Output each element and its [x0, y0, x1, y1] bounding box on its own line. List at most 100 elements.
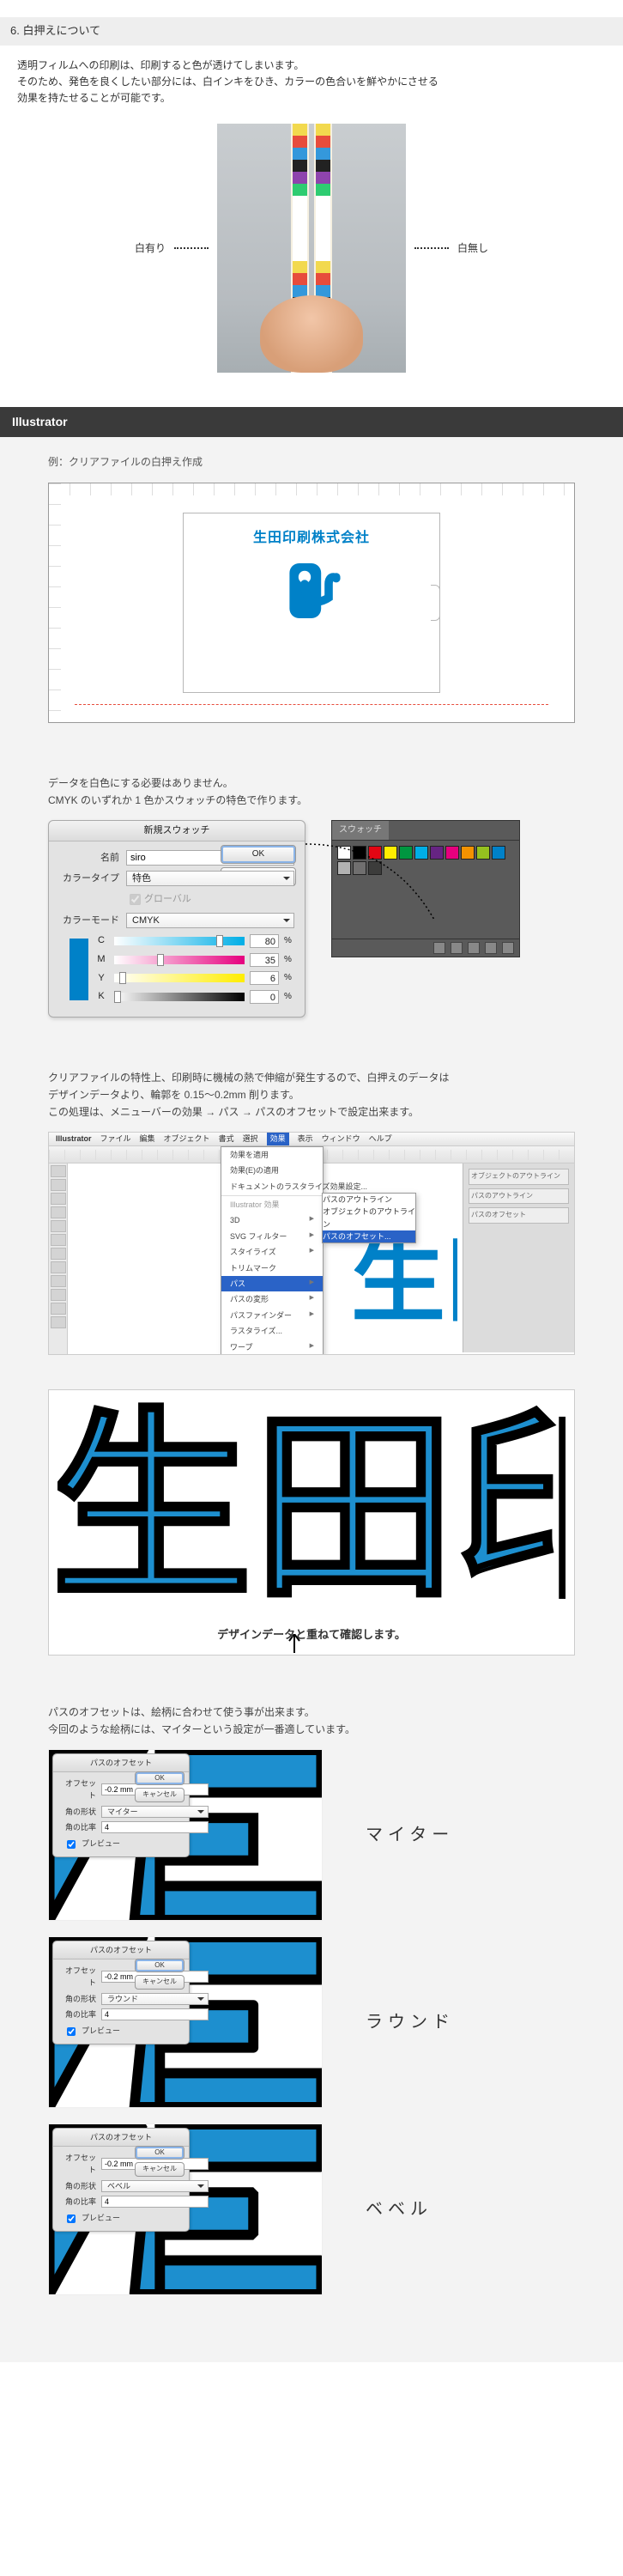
menubar-item[interactable]: 表示 — [298, 1133, 313, 1145]
offset-path-dialog[interactable]: パスのオフセット OK キャンセル オフセット 角の形状 ベベル 角の比率 — [52, 2128, 190, 2232]
slider-value-c[interactable]: 80 — [250, 934, 279, 948]
cut-guideline — [75, 704, 548, 705]
swatch-cell[interactable] — [337, 861, 351, 875]
swatches-panel[interactable]: スウォッチ — [331, 820, 520, 957]
panel-icon[interactable] — [433, 942, 445, 954]
miter-limit-input[interactable] — [101, 1821, 209, 1833]
dialog-title: パスのオフセット — [53, 1941, 189, 1959]
corner-style-name-round: ラウンド — [366, 2008, 455, 2036]
new-swatch-dialog[interactable]: 新規スウォッチ OK キャンセル 名前 カラータイプ 特色 グローバル カラーモ… — [48, 820, 305, 1018]
swatch-cell[interactable] — [461, 846, 475, 860]
miter-limit-input[interactable] — [101, 2196, 209, 2208]
corner-sample-round: パスのオフセット OK キャンセル オフセット 角の形状 ラウンド 角の比率 — [48, 1936, 323, 2108]
submenu-item[interactable]: パスのアウトライン — [323, 1194, 415, 1206]
preview-label: プレビュー — [82, 2025, 120, 2037]
field-label-mode: カラーモード — [59, 914, 119, 929]
slider-k[interactable] — [114, 993, 245, 1001]
corner-type-select[interactable]: マイター — [101, 1806, 209, 1818]
menubar-item[interactable]: 編集 — [140, 1133, 155, 1145]
panel-icon[interactable] — [468, 942, 480, 954]
swatch-cell[interactable] — [430, 846, 444, 860]
swatch-cell[interactable] — [368, 861, 382, 875]
swatch-cell[interactable] — [414, 846, 428, 860]
corner-style-row-bevel: パスのオフセット OK キャンセル オフセット 角の形状 ベベル 角の比率 — [48, 2123, 575, 2295]
swatch-cell[interactable] — [368, 846, 382, 860]
dropdown-item[interactable]: SVG フィルター — [221, 1229, 323, 1244]
corner-type-select[interactable]: ラウンド — [101, 1993, 209, 2005]
dropdown-item[interactable]: ワープ — [221, 1340, 323, 1355]
menubar-item[interactable]: ファイル — [100, 1133, 131, 1145]
offset-path-dialog[interactable]: パスのオフセット OK キャンセル オフセット 角の形状 ラウンド 角の比率 — [52, 1941, 190, 2044]
ok-button[interactable]: OK — [135, 1959, 184, 1973]
swatch-cell[interactable] — [445, 846, 459, 860]
corner-type-select[interactable]: ベベル — [101, 2180, 209, 2192]
miter-limit-input[interactable] — [101, 2008, 209, 2020]
swatch-cell[interactable] — [353, 861, 366, 875]
app-logo[interactable]: Illustrator — [56, 1133, 92, 1145]
panel-icon[interactable] — [451, 942, 463, 954]
slider-m[interactable] — [114, 956, 245, 964]
cancel-button[interactable]: キャンセル — [135, 2162, 184, 2177]
preview-checkbox[interactable] — [67, 2027, 76, 2036]
color-mode-select[interactable]: CMYK — [126, 913, 294, 928]
dropdown-item[interactable]: 効果(E)の適用 — [221, 1163, 323, 1178]
menubar-item[interactable]: オブジェクト — [164, 1133, 210, 1145]
global-checkbox-row[interactable]: グローバル — [59, 891, 294, 908]
dropdown-item[interactable]: パスファインダー — [221, 1308, 323, 1323]
dropdown-item[interactable]: スタイライズ — [221, 1244, 323, 1260]
panel-icon[interactable] — [485, 942, 497, 954]
slider-c[interactable] — [114, 937, 245, 945]
dropdown-item[interactable]: トリムマーク — [221, 1261, 323, 1276]
menubar-item[interactable]: 選択 — [243, 1133, 258, 1145]
swatch-cell[interactable] — [337, 846, 351, 860]
swatch-cell[interactable] — [384, 846, 397, 860]
dropdown-item[interactable]: パスの変形 — [221, 1291, 323, 1307]
swatch-cell[interactable] — [492, 846, 505, 860]
photo-compare: 白有り 白無し — [0, 124, 623, 373]
corner-style-row-miter: パスのオフセット OK キャンセル オフセット 角の形状 マイター 角の比率 — [48, 1749, 575, 1921]
dialog-title: パスのオフセット — [53, 2129, 189, 2147]
corner-sample-miter: パスのオフセット OK キャンセル オフセット 角の形状 マイター 角の比率 — [48, 1749, 323, 1921]
ok-button[interactable]: OK — [135, 1771, 184, 1786]
corner-style-row-round: パスのオフセット OK キャンセル オフセット 角の形状 ラウンド 角の比率 — [48, 1936, 575, 2108]
dropdown-item[interactable]: パス — [221, 1276, 323, 1291]
global-checkbox[interactable] — [130, 894, 141, 905]
svg-text:生田印: 生田印 — [57, 1399, 566, 1622]
submenu-item[interactable]: オブジェクトのアウトライン — [323, 1206, 415, 1230]
slider-value-k[interactable]: 0 — [250, 990, 279, 1004]
section-header: 6. 白押えについて — [0, 17, 623, 46]
preview-checkbox[interactable] — [67, 2215, 76, 2223]
effect-dropdown[interactable]: 効果を適用効果(E)の適用ドキュメントのラスタライズ効果設定...Illustr… — [221, 1146, 324, 1355]
offset-path-dialog[interactable]: パスのオフセット OK キャンセル オフセット 角の形状 マイター 角の比率 — [52, 1753, 190, 1857]
submenu-item-offset[interactable]: パスのオフセット... — [323, 1230, 415, 1242]
tool-strip[interactable] — [49, 1163, 68, 1354]
menubar-item[interactable]: 効果 — [267, 1133, 289, 1145]
cancel-button[interactable]: キャンセル — [135, 1975, 184, 1990]
canvas-preview: 生田 — [354, 1236, 457, 1330]
swatch-cell[interactable] — [353, 846, 366, 860]
swatch-cell[interactable] — [399, 846, 413, 860]
preview-checkbox[interactable] — [67, 1840, 76, 1849]
app-menubar[interactable]: Illustrator ファイル編集オブジェクト書式選択効果表示ウィンドウヘルプ — [49, 1133, 574, 1146]
menubar-item[interactable]: ウィンドウ — [322, 1133, 360, 1145]
color-type-select[interactable]: 特色 — [126, 871, 294, 886]
panel-icon[interactable] — [502, 942, 514, 954]
field-label-limit: 角の比率 — [60, 2196, 96, 2208]
dropdown-item[interactable]: ラスタライズ... — [221, 1323, 323, 1339]
slider-label-c: C — [94, 933, 109, 949]
swatch-cell[interactable] — [476, 846, 490, 860]
menubar-item[interactable]: ヘルプ — [369, 1133, 392, 1145]
path-submenu[interactable]: パスのアウトライン オブジェクトのアウトライン パスのオフセット... — [322, 1193, 416, 1244]
ok-button[interactable]: OK — [135, 2146, 184, 2160]
dropdown-item[interactable]: 3D — [221, 1212, 323, 1228]
dropdown-item[interactable]: 効果を適用 — [221, 1147, 323, 1163]
percent-sign: % — [284, 953, 294, 967]
slider-y[interactable] — [114, 974, 245, 982]
ok-button[interactable]: OK — [221, 845, 296, 864]
slider-value-y[interactable]: 6 — [250, 971, 279, 985]
menubar-item[interactable]: 書式 — [219, 1133, 234, 1145]
dropdown-item[interactable]: ドキュメントのラスタライズ効果設定... — [221, 1179, 323, 1194]
cancel-button[interactable]: キャンセル — [135, 1788, 184, 1802]
swatches-tab[interactable]: スウォッチ — [332, 821, 389, 840]
slider-value-m[interactable]: 35 — [250, 953, 279, 967]
